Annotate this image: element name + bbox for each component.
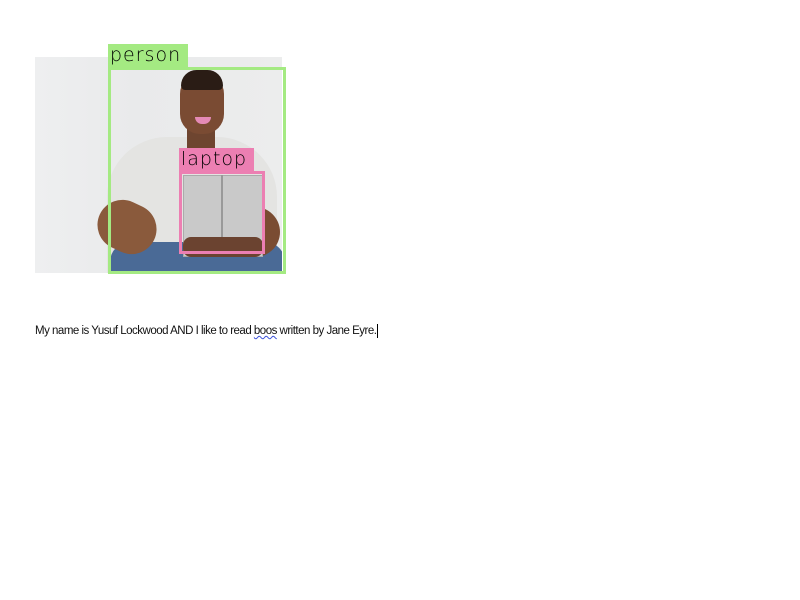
misspelled-word[interactable]: boos bbox=[254, 325, 277, 337]
text-caret bbox=[377, 324, 379, 338]
text-before: My name is Yusuf Lockwood AND I like to … bbox=[35, 325, 254, 338]
text-after: written by Jane Eyre. bbox=[276, 325, 377, 338]
person-label: person bbox=[108, 44, 188, 67]
laptop-label: laptop bbox=[179, 148, 254, 171]
document-text[interactable]: My name is Yusuf Lockwood AND I like to … bbox=[35, 324, 379, 338]
laptop-bounding-box bbox=[179, 171, 265, 254]
